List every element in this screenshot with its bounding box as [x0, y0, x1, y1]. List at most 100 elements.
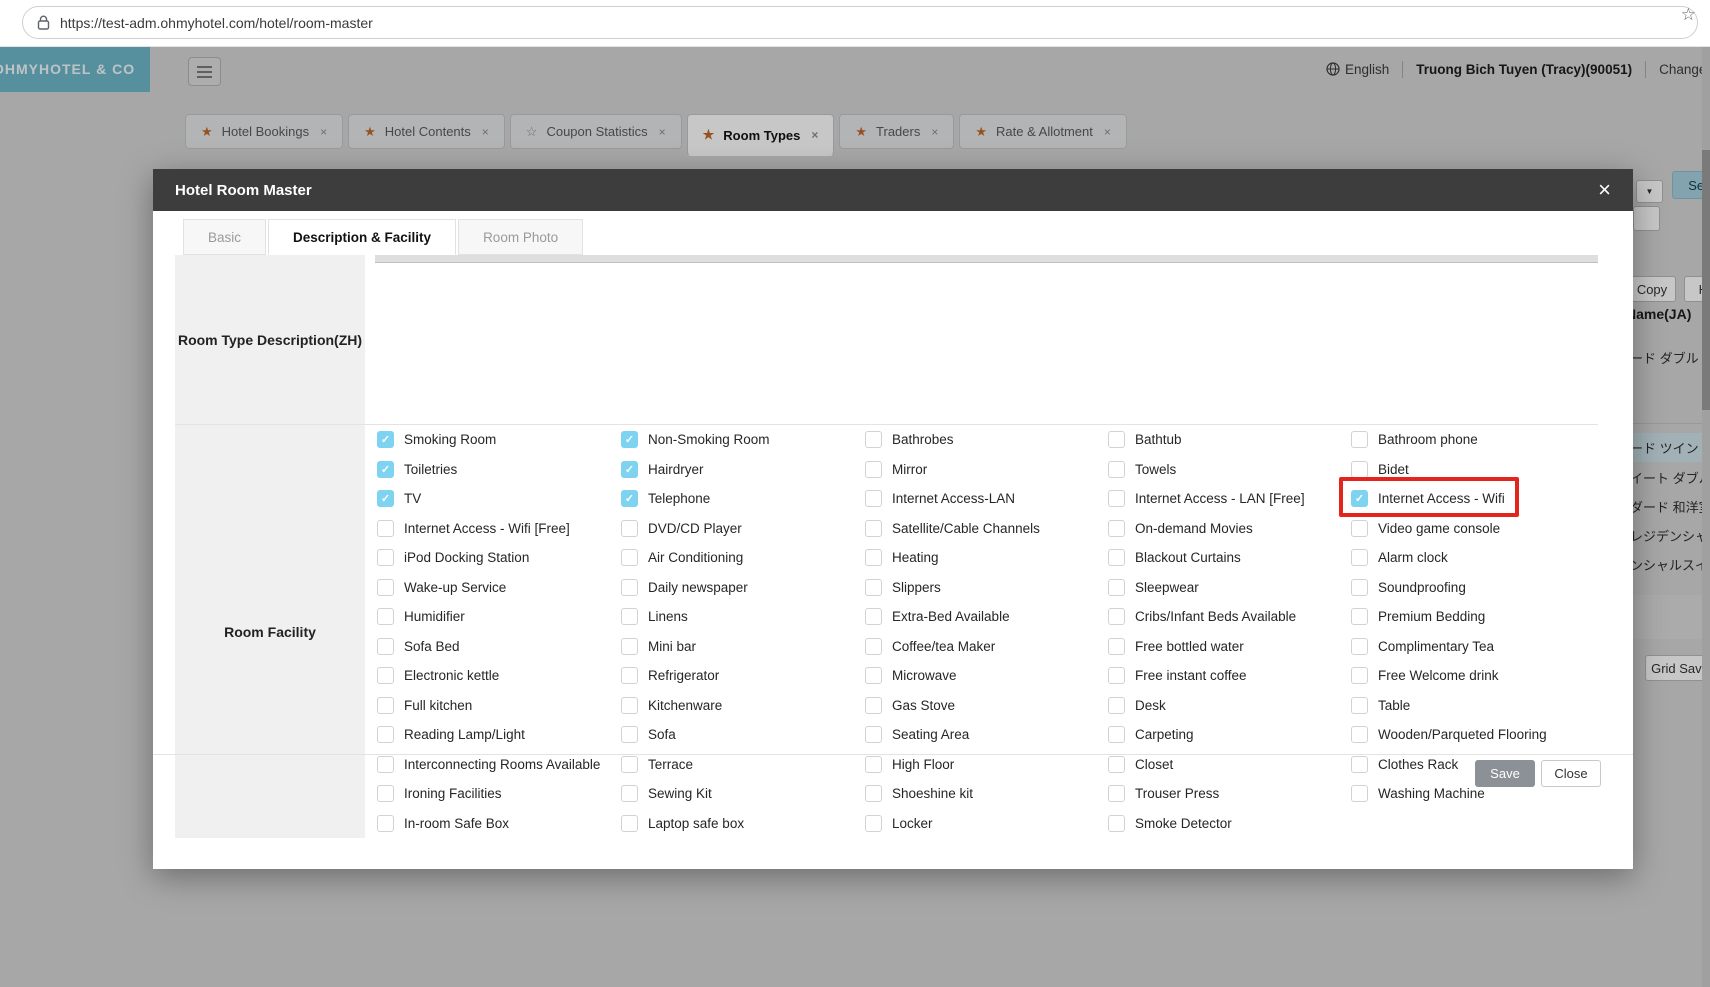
checkbox-unchecked[interactable] — [1108, 726, 1125, 744]
checkbox-unchecked[interactable] — [1351, 460, 1368, 478]
checkbox-unchecked[interactable] — [1108, 637, 1125, 655]
checkbox-unchecked[interactable] — [1351, 578, 1368, 596]
checkbox-unchecked[interactable] — [1351, 549, 1368, 567]
checkbox-unchecked[interactable] — [1108, 460, 1125, 478]
facility-option-sewing-kit[interactable]: Sewing Kit — [619, 779, 863, 809]
facility-option-smoking-room[interactable]: ✓ Smoking Room — [375, 425, 619, 455]
facility-option-satellite-cable-channels[interactable]: Satellite/Cable Channels — [863, 514, 1106, 544]
checkbox-unchecked[interactable] — [865, 519, 882, 537]
facility-option-reading-lamp-light[interactable]: Reading Lamp/Light — [375, 720, 619, 750]
checkbox-unchecked[interactable] — [377, 814, 394, 832]
facility-option-dvd-cd-player[interactable]: DVD/CD Player — [619, 514, 863, 544]
checkbox-unchecked[interactable] — [377, 637, 394, 655]
checkbox-unchecked[interactable] — [1108, 785, 1125, 803]
checkbox-unchecked[interactable] — [621, 696, 638, 714]
checkbox-unchecked[interactable] — [1108, 549, 1125, 567]
checkbox-unchecked[interactable] — [865, 726, 882, 744]
checkbox-unchecked[interactable] — [377, 755, 394, 773]
close-button[interactable]: Close — [1541, 760, 1601, 787]
facility-option-mirror[interactable]: Mirror — [863, 455, 1106, 485]
facility-option-heating[interactable]: Heating — [863, 543, 1106, 573]
facility-option-free-bottled-water[interactable]: Free bottled water — [1106, 632, 1349, 662]
facility-option-wake-up-service[interactable]: Wake-up Service — [375, 573, 619, 603]
facility-option-bidet[interactable]: Bidet — [1349, 455, 1598, 485]
facility-option-free-instant-coffee[interactable]: Free instant coffee — [1106, 661, 1349, 691]
facility-option-wooden-parqueted-flooring[interactable]: Wooden/Parqueted Flooring — [1349, 720, 1598, 750]
facility-option-telephone[interactable]: ✓ Telephone — [619, 484, 863, 514]
checkbox-checked[interactable]: ✓ — [377, 490, 394, 508]
facility-option-hairdryer[interactable]: ✓ Hairdryer — [619, 455, 863, 485]
facility-option-on-demand-movies[interactable]: On-demand Movies — [1106, 514, 1349, 544]
checkbox-checked[interactable]: ✓ — [621, 431, 638, 449]
checkbox-unchecked[interactable] — [1351, 431, 1368, 449]
facility-option-in-room-safe-box[interactable]: In-room Safe Box — [375, 809, 619, 839]
checkbox-unchecked[interactable] — [1351, 667, 1368, 685]
close-icon[interactable]: × — [1598, 179, 1611, 201]
checkbox-unchecked[interactable] — [1351, 608, 1368, 626]
facility-option-electronic-kettle[interactable]: Electronic kettle — [375, 661, 619, 691]
checkbox-unchecked[interactable] — [621, 785, 638, 803]
facility-option-mini-bar[interactable]: Mini bar — [619, 632, 863, 662]
facility-option-internet-access-wifi[interactable]: ✓ Internet Access - Wifi — [1339, 477, 1598, 517]
facility-option-bathrobes[interactable]: Bathrobes — [863, 425, 1106, 455]
checkbox-unchecked[interactable] — [621, 726, 638, 744]
facility-option-towels[interactable]: Towels — [1106, 455, 1349, 485]
facility-option-soundproofing[interactable]: Soundproofing — [1349, 573, 1598, 603]
checkbox-unchecked[interactable] — [1108, 490, 1125, 508]
facility-option-air-conditioning[interactable]: Air Conditioning — [619, 543, 863, 573]
facility-option-bathroom-phone[interactable]: Bathroom phone — [1349, 425, 1598, 455]
tab-room-photo[interactable]: Room Photo — [458, 219, 584, 255]
checkbox-unchecked[interactable] — [1351, 696, 1368, 714]
facility-option-internet-access-lan-free-[interactable]: Internet Access - LAN [Free] — [1106, 484, 1349, 514]
checkbox-unchecked[interactable] — [377, 726, 394, 744]
facility-option-gas-stove[interactable]: Gas Stove — [863, 691, 1106, 721]
checkbox-unchecked[interactable] — [865, 696, 882, 714]
checkbox-unchecked[interactable] — [621, 637, 638, 655]
checkbox-checked[interactable]: ✓ — [377, 460, 394, 478]
facility-option-complimentary-tea[interactable]: Complimentary Tea — [1349, 632, 1598, 662]
facility-option-extra-bed-available[interactable]: Extra-Bed Available — [863, 602, 1106, 632]
facility-option-premium-bedding[interactable]: Premium Bedding — [1349, 602, 1598, 632]
checkbox-unchecked[interactable] — [621, 608, 638, 626]
facility-option-full-kitchen[interactable]: Full kitchen — [375, 691, 619, 721]
facility-option-desk[interactable]: Desk — [1106, 691, 1349, 721]
facility-option-tv[interactable]: ✓ TV — [375, 484, 619, 514]
checkbox-unchecked[interactable] — [1351, 637, 1368, 655]
checkbox-unchecked[interactable] — [865, 785, 882, 803]
facility-option-slippers[interactable]: Slippers — [863, 573, 1106, 603]
checkbox-unchecked[interactable] — [1351, 519, 1368, 537]
checkbox-unchecked[interactable] — [1108, 696, 1125, 714]
checkbox-unchecked[interactable] — [621, 578, 638, 596]
checkbox-checked[interactable]: ✓ — [621, 460, 638, 478]
facility-option-cribs-infant-beds-available[interactable]: Cribs/Infant Beds Available — [1106, 602, 1349, 632]
checkbox-unchecked[interactable] — [1351, 755, 1368, 773]
facility-option-microwave[interactable]: Microwave — [863, 661, 1106, 691]
facility-option-sofa[interactable]: Sofa — [619, 720, 863, 750]
facility-option-bathtub[interactable]: Bathtub — [1106, 425, 1349, 455]
facility-option-seating-area[interactable]: Seating Area — [863, 720, 1106, 750]
facility-option-sleepwear[interactable]: Sleepwear — [1106, 573, 1349, 603]
facility-option-alarm-clock[interactable]: Alarm clock — [1349, 543, 1598, 573]
facility-option-sofa-bed[interactable]: Sofa Bed — [375, 632, 619, 662]
bookmark-star-icon[interactable]: ☆ — [1681, 5, 1696, 25]
facility-option-ironing-facilities[interactable]: Ironing Facilities — [375, 779, 619, 809]
facility-option-daily-newspaper[interactable]: Daily newspaper — [619, 573, 863, 603]
facility-option-coffee-tea-maker[interactable]: Coffee/tea Maker — [863, 632, 1106, 662]
checkbox-checked[interactable]: ✓ — [621, 490, 638, 508]
checkbox-unchecked[interactable] — [377, 578, 394, 596]
checkbox-unchecked[interactable] — [865, 578, 882, 596]
checkbox-unchecked[interactable] — [1108, 431, 1125, 449]
checkbox-checked[interactable]: ✓ — [377, 431, 394, 449]
checkbox-unchecked[interactable] — [865, 637, 882, 655]
description-textarea-edge[interactable] — [375, 255, 1598, 263]
tab-description-facility[interactable]: Description & Facility — [268, 219, 457, 255]
checkbox-unchecked[interactable] — [1108, 755, 1125, 773]
facility-option-internet-access-wifi-free-[interactable]: Internet Access - Wifi [Free] — [375, 514, 619, 544]
url-bar[interactable]: https://test-adm.ohmyhotel.com/hotel/roo… — [22, 6, 1698, 39]
checkbox-unchecked[interactable] — [1108, 578, 1125, 596]
checkbox-unchecked[interactable] — [865, 549, 882, 567]
checkbox-unchecked[interactable] — [1351, 785, 1368, 803]
checkbox-unchecked[interactable] — [1108, 667, 1125, 685]
checkbox-unchecked[interactable] — [1351, 726, 1368, 744]
checkbox-unchecked[interactable] — [621, 519, 638, 537]
